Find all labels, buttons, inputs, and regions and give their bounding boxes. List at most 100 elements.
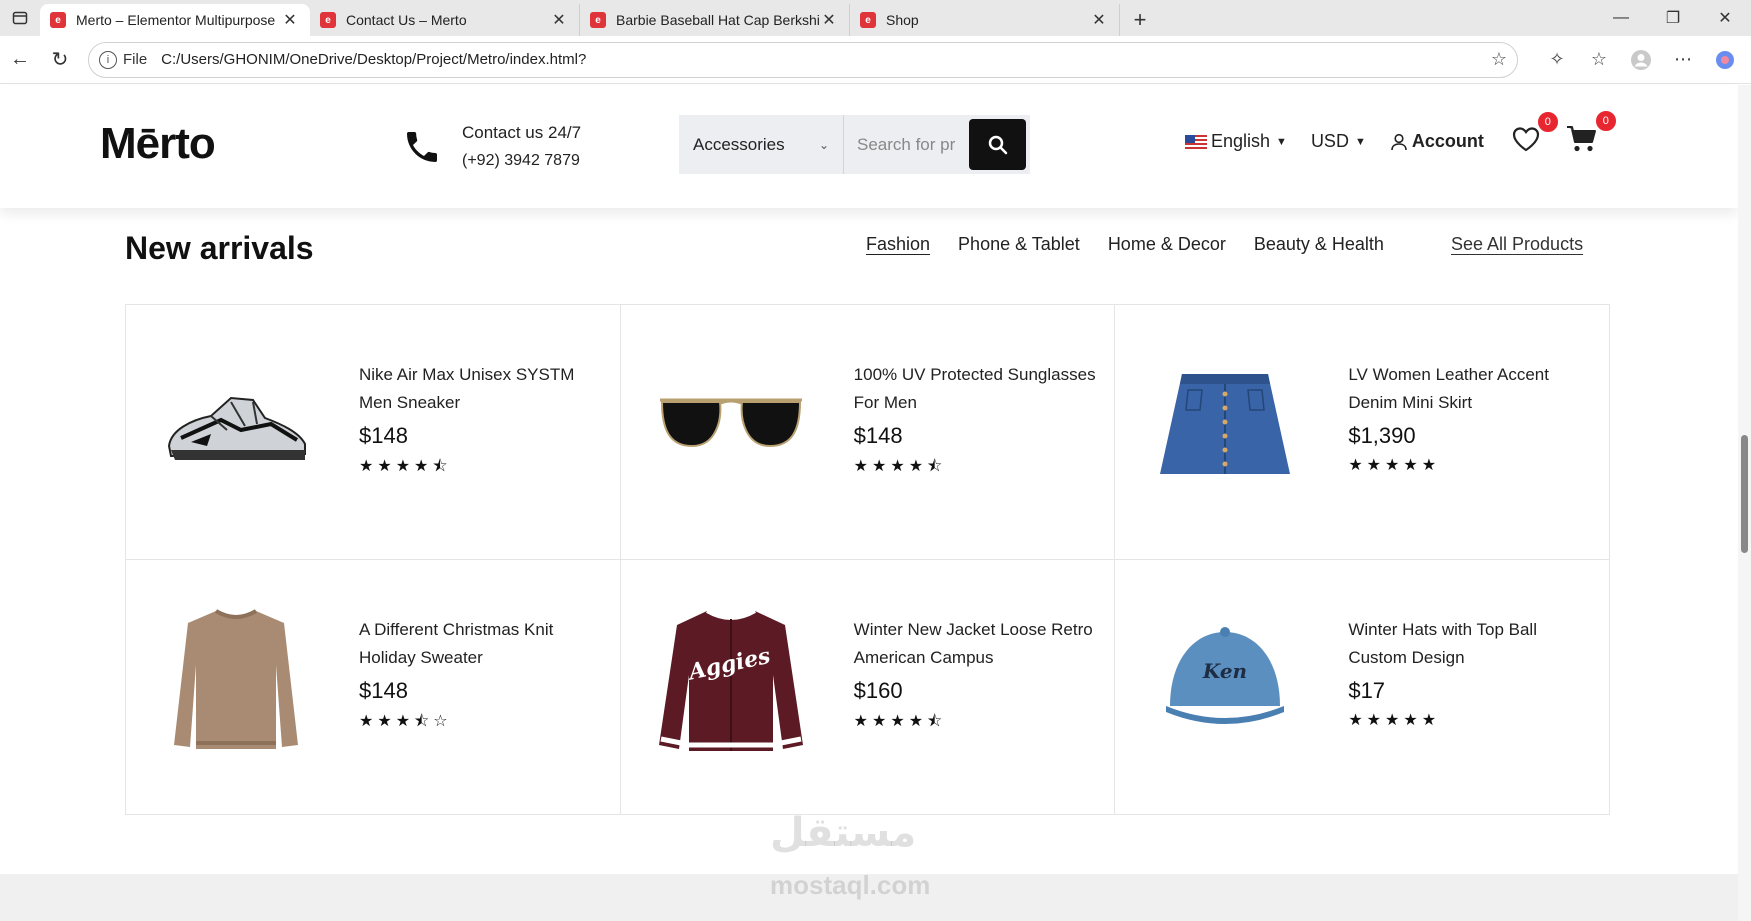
- caret-down-icon: ▼: [1354, 135, 1366, 148]
- product-info: Winter New Jacket Loose Retro American C…: [854, 616, 1104, 737]
- browser-tab-3[interactable]: e Barbie Baseball Hat Cap Berkshire ✕: [580, 4, 850, 36]
- product-card[interactable]: Ken Winter Hats with Top Ball Custom Des…: [1114, 559, 1610, 815]
- cart-icon: [1566, 126, 1596, 152]
- minimize-icon[interactable]: —: [1595, 0, 1647, 36]
- browser-tab-strip: e Merto – Elementor Multipurpose ✕ e Con…: [0, 0, 1751, 36]
- product-card[interactable]: Nike Air Max Unisex SYSTM Men Sneaker $1…: [125, 304, 621, 560]
- half-star-icon: ⯪: [927, 713, 947, 730]
- category-tabs: Fashion Phone & Tablet Home & Decor Beau…: [866, 234, 1412, 255]
- product-rating: ★★★★⯪: [359, 458, 452, 475]
- search-category-value: Accessories: [693, 134, 785, 154]
- product-name[interactable]: Winter New Jacket Loose Retro American C…: [854, 616, 1104, 672]
- restore-icon[interactable]: ❐: [1647, 0, 1699, 36]
- see-all-products-link[interactable]: See All Products: [1451, 234, 1583, 255]
- browser-tab-1[interactable]: e Merto – Elementor Multipurpose ✕: [40, 4, 310, 36]
- sweater-image[interactable]: [156, 600, 316, 760]
- language-value: English: [1211, 131, 1271, 151]
- half-star-icon: ⯪: [927, 458, 947, 475]
- tab-title: Merto – Elementor Multipurpose: [76, 12, 276, 28]
- tab-home-decor[interactable]: Home & Decor: [1108, 234, 1226, 255]
- product-price: $160: [853, 678, 903, 703]
- tab-beauty-health[interactable]: Beauty & Health: [1254, 234, 1384, 255]
- contact-label: Contact us 24/7: [462, 123, 582, 142]
- close-tab-icon[interactable]: ✕: [1089, 10, 1109, 30]
- elementor-favicon-icon: e: [320, 12, 336, 28]
- more-menu-icon[interactable]: ⋯: [1662, 42, 1704, 78]
- reload-icon[interactable]: ↻: [40, 40, 80, 80]
- search-category-select[interactable]: Accessories ⌄: [679, 115, 844, 174]
- currency-value: USD: [1310, 131, 1349, 151]
- close-window-icon[interactable]: ✕: [1699, 0, 1751, 36]
- wishlist-count-badge: 0: [1535, 110, 1560, 134]
- product-rating: ★★★★★: [1348, 457, 1441, 474]
- search-icon: [988, 135, 1007, 154]
- tab-phone-tablet[interactable]: Phone & Tablet: [958, 234, 1080, 255]
- elementor-favicon-icon: e: [590, 12, 606, 28]
- product-info: Winter Hats with Top Ball Custom Design …: [1348, 616, 1598, 730]
- product-card[interactable]: A Different Christmas Knit Holiday Sweat…: [125, 559, 621, 815]
- back-arrow-icon[interactable]: ←: [0, 40, 40, 80]
- product-card[interactable]: Aggies Winter New Jacket Loose Retro Ame…: [619, 559, 1116, 815]
- close-tab-icon[interactable]: ✕: [280, 10, 300, 30]
- favorites-icon[interactable]: ☆: [1578, 42, 1620, 78]
- product-rating: ★★★★⯪: [853, 458, 947, 475]
- close-tab-icon[interactable]: ✕: [549, 10, 569, 30]
- tab-title: Shop: [886, 12, 919, 28]
- extensions-icon[interactable]: ✧: [1536, 42, 1578, 78]
- half-star-icon: ⯪: [414, 713, 434, 730]
- account-label: Account: [1411, 131, 1484, 151]
- account-link[interactable]: Account: [1390, 131, 1484, 152]
- url-text[interactable]: C:/Users/GHONIM/OneDrive/Desktop/Project…: [161, 51, 1491, 68]
- new-tab-button[interactable]: +: [1120, 4, 1160, 36]
- search-input[interactable]: [844, 115, 969, 174]
- jacket-image[interactable]: Aggies: [651, 600, 811, 760]
- product-price: $1,390: [1348, 423, 1416, 448]
- currency-selector[interactable]: USD ▼: [1311, 131, 1366, 152]
- cap-image[interactable]: Ken: [1145, 600, 1305, 760]
- copilot-icon[interactable]: [1704, 42, 1746, 78]
- skirt-image[interactable]: [1145, 345, 1305, 505]
- product-price: $148: [359, 678, 408, 703]
- browser-tab-4[interactable]: e Shop ✕: [850, 4, 1120, 36]
- product-name[interactable]: A Different Christmas Knit Holiday Sweat…: [359, 616, 609, 672]
- search-button[interactable]: [969, 119, 1026, 170]
- product-info: 100% UV Protected Sunglasses For Men $14…: [854, 361, 1104, 482]
- browser-toolbar-icons: ✧ ☆ ⋯: [1536, 42, 1746, 78]
- favorite-star-icon[interactable]: ☆: [1491, 49, 1507, 70]
- scrollbar-thumb[interactable]: [1741, 435, 1748, 553]
- product-info: LV Women Leather Accent Denim Mini Skirt…: [1348, 361, 1598, 475]
- product-rating: ★★★★⯪: [853, 713, 947, 730]
- page-scrollbar[interactable]: [1738, 85, 1751, 921]
- tab-fashion[interactable]: Fashion: [866, 234, 930, 255]
- phone-icon: [407, 132, 437, 162]
- sunglasses-image[interactable]: [651, 345, 811, 505]
- file-label: File: [123, 51, 148, 68]
- profile-icon[interactable]: [1620, 42, 1662, 78]
- site-logo[interactable]: Mērto: [100, 119, 216, 169]
- product-price: $148: [359, 423, 408, 448]
- product-name[interactable]: Winter Hats with Top Ball Custom Design: [1348, 616, 1598, 672]
- wishlist-button[interactable]: 0: [1512, 110, 1560, 157]
- caret-down-icon: ▼: [1276, 135, 1287, 148]
- product-name[interactable]: 100% UV Protected Sunglasses For Men: [854, 361, 1104, 417]
- sneaker-image[interactable]: [156, 345, 316, 505]
- sidebar-toggle-icon[interactable]: [0, 0, 40, 36]
- half-star-icon: ⯪: [432, 458, 452, 475]
- empty-star-icon: ☆: [433, 713, 452, 730]
- product-grid: Nike Air Max Unisex SYSTM Men Sneaker $1…: [125, 304, 1610, 815]
- product-name[interactable]: LV Women Leather Accent Denim Mini Skirt: [1348, 361, 1598, 417]
- product-card[interactable]: LV Women Leather Accent Denim Mini Skirt…: [1114, 304, 1610, 560]
- cart-button[interactable]: 0: [1566, 109, 1618, 158]
- info-icon[interactable]: i: [99, 50, 117, 69]
- url-field[interactable]: i File C:/Users/GHONIM/OneDrive/Desktop/…: [88, 41, 1518, 78]
- contact-phone-number[interactable]: (+92) 3942 7879: [462, 147, 581, 175]
- browser-tab-2[interactable]: e Contact Us – Merto ✕: [310, 4, 580, 36]
- product-search: Accessories ⌄: [679, 115, 1030, 174]
- section-title: New arrivals: [125, 230, 314, 266]
- tab-title: Contact Us – Merto: [346, 12, 467, 28]
- product-name[interactable]: Nike Air Max Unisex SYSTM Men Sneaker: [359, 361, 609, 417]
- language-selector[interactable]: English ▼: [1185, 131, 1287, 152]
- product-card[interactable]: 100% UV Protected Sunglasses For Men $14…: [619, 304, 1116, 560]
- watermark-arabic: مستقل: [770, 811, 917, 855]
- close-tab-icon[interactable]: ✕: [819, 10, 839, 30]
